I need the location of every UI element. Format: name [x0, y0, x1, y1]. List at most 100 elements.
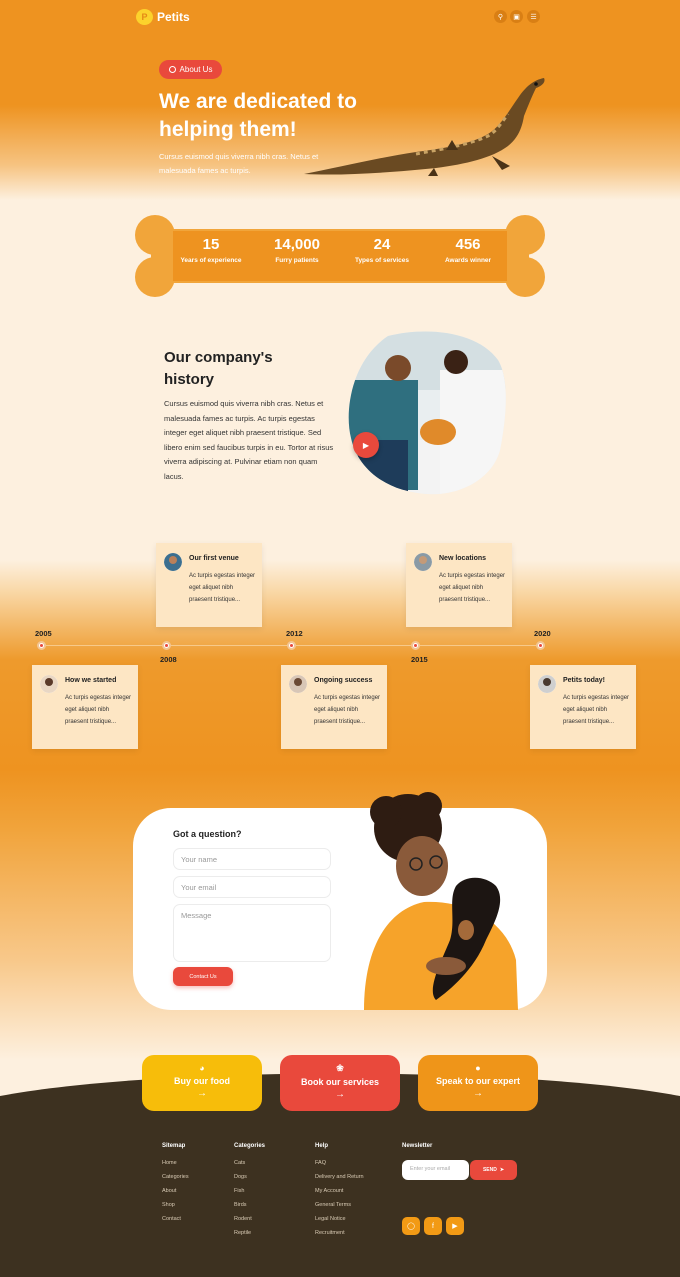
stat-years: 15 Years of experience — [176, 236, 246, 265]
stat-label: Furry patients — [275, 257, 319, 264]
footer-link[interactable]: Rodent — [234, 1216, 252, 1222]
about-us-pill[interactable]: About Us — [159, 60, 222, 79]
history-text: Cursus euismod quis viverra nibh cras. N… — [164, 399, 334, 481]
card-title: Petits today! — [563, 677, 606, 684]
arrow-right-icon: → — [473, 1088, 483, 1099]
person-icon: ● — [475, 1063, 481, 1073]
footer-link[interactable]: Cats — [234, 1160, 245, 1166]
message-textarea[interactable]: Message — [173, 904, 331, 962]
contact-title: Got a question? — [173, 829, 242, 839]
footer-link[interactable]: Categories — [162, 1174, 189, 1180]
stat-number: 24 — [373, 236, 391, 253]
lotus-icon: ❀ — [336, 1063, 344, 1073]
stat-label: Years of experience — [180, 257, 242, 264]
send-icon: ➤ — [499, 1167, 505, 1173]
card-title: How we started — [65, 677, 117, 684]
bowl-icon: ◕ — [199, 1063, 205, 1073]
footer-link[interactable]: General Terms — [315, 1202, 351, 1208]
timeline-card: New locations Ac turpis egestas integer … — [406, 543, 512, 627]
footer-heading: Sitemap — [162, 1143, 186, 1149]
contact-submit-button[interactable]: Contact Us — [173, 967, 233, 986]
timeline-dot[interactable] — [411, 641, 420, 650]
cta-label: Speak to our expert — [435, 1076, 521, 1086]
card-title: Ongoing success — [314, 677, 373, 684]
hero-text: Cursus euismod quis viverra nibh cras. N… — [159, 152, 319, 175]
timeline-year: 2020 — [534, 629, 551, 638]
stat-number: 14,000 — [274, 236, 320, 253]
stat-services: 24 Types of services — [347, 236, 417, 265]
card-title: New locations — [439, 555, 487, 562]
woman-with-dog-photo — [364, 792, 518, 1010]
card-text: Ac turpis egestas integer eget aliquet n… — [314, 695, 381, 725]
footer-link[interactable]: Legal Notice — [315, 1216, 346, 1222]
card-text: Ac turpis egestas integer eget aliquet n… — [189, 573, 256, 603]
card-text: Ac turpis egestas integer eget aliquet n… — [439, 573, 506, 603]
timeline-card: Ongoing success Ac turpis egestas intege… — [281, 665, 387, 749]
stat-label: Awards winner — [444, 257, 492, 264]
timeline-dot[interactable] — [287, 641, 296, 650]
timeline-dot[interactable] — [162, 641, 171, 650]
footer-link[interactable]: Contact — [162, 1216, 181, 1222]
stat-label: Types of services — [354, 257, 410, 264]
avatar — [538, 675, 556, 693]
logo-icon[interactable]: P — [136, 9, 153, 25]
facebook-icon[interactable]: f — [424, 1217, 442, 1235]
card-text: Ac turpis egestas integer eget aliquet n… — [563, 695, 630, 725]
timeline-year: 2008 — [160, 655, 177, 664]
buy-food-button[interactable]: ◕ Buy our food → — [142, 1055, 262, 1111]
stat-number: 456 — [455, 236, 481, 253]
footer-link[interactable]: Delivery and Return — [315, 1174, 364, 1180]
instagram-icon[interactable]: ◯ — [402, 1217, 420, 1235]
play-button[interactable]: ▶ — [353, 432, 379, 458]
history-title: Our company's history — [164, 349, 273, 388]
footer-link[interactable]: Reptile — [234, 1230, 251, 1236]
cart-icon[interactable]: ▣ — [510, 10, 523, 23]
footer-link[interactable]: Shop — [162, 1202, 175, 1208]
arrow-right-icon: → — [335, 1089, 345, 1100]
footer-link[interactable]: Home — [162, 1160, 177, 1166]
book-services-button[interactable]: ❀ Book our services → — [280, 1055, 400, 1111]
paw-icon — [168, 66, 176, 73]
about-us-label: About Us — [179, 65, 213, 74]
avatar — [414, 553, 432, 571]
newsletter-send-button[interactable]: SEND ➤ — [470, 1160, 517, 1180]
footer-link[interactable]: FAQ — [315, 1160, 326, 1166]
stat-awards: 456 Awards winner — [433, 236, 503, 265]
timeline-dot[interactable] — [536, 641, 545, 650]
cta-label: Book our services — [300, 1077, 380, 1087]
footer-heading: Help — [315, 1143, 329, 1149]
lizard-image — [304, 78, 545, 176]
search-icon[interactable]: ⚲ — [494, 10, 507, 23]
cta-label: Buy our food — [174, 1076, 230, 1086]
timeline-year: 2005 — [35, 629, 52, 638]
avatar — [164, 553, 182, 571]
speak-expert-button[interactable]: ● Speak to our expert → — [418, 1055, 538, 1111]
youtube-icon[interactable]: ▶ — [446, 1217, 464, 1235]
avatar — [40, 675, 58, 693]
footer-link[interactable]: Fish — [234, 1188, 244, 1194]
logo-text[interactable]: Petits — [157, 10, 190, 24]
vet-photo — [348, 331, 506, 495]
avatar — [289, 675, 307, 693]
arrow-right-icon: → — [197, 1088, 207, 1099]
name-input[interactable]: Your name — [173, 848, 331, 870]
timeline-card: Petits today! Ac turpis egestas integer … — [530, 665, 636, 749]
timeline-year: 2012 — [286, 629, 303, 638]
stat-number: 15 — [202, 236, 220, 253]
newsletter-email-input[interactable]: Enter your email — [402, 1160, 469, 1180]
email-input[interactable]: Your email — [173, 876, 331, 898]
footer-link[interactable]: Recruitment — [315, 1230, 345, 1236]
timeline-year: 2015 — [411, 655, 428, 664]
menu-icon[interactable]: ☰ — [527, 10, 540, 23]
stat-patients: 14,000 Furry patients — [262, 236, 332, 265]
timeline-card: How we started Ac turpis egestas integer… — [32, 665, 138, 749]
footer-link[interactable]: Birds — [234, 1202, 247, 1208]
footer-link[interactable]: About — [162, 1188, 176, 1194]
footer-heading: Categories — [234, 1143, 266, 1149]
timeline-card: Our first venue Ac turpis egestas intege… — [156, 543, 262, 627]
send-label: SEND — [482, 1167, 497, 1173]
footer-heading: Newsletter — [402, 1143, 433, 1149]
timeline-dot[interactable] — [37, 641, 46, 650]
footer-link[interactable]: Dogs — [234, 1174, 247, 1180]
footer-link[interactable]: My Account — [315, 1188, 343, 1194]
